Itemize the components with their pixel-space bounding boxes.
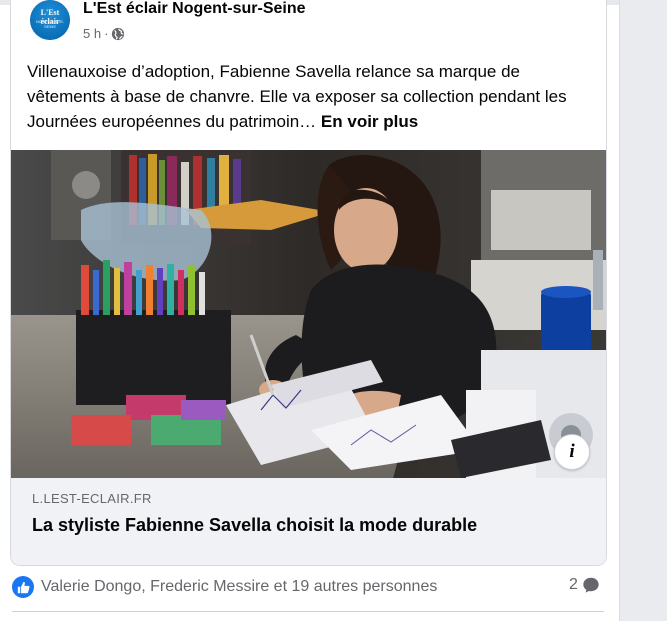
comments-count[interactable]: 2 xyxy=(569,576,600,594)
link-title[interactable]: La styliste Fabienne Savella choisit la … xyxy=(32,515,477,536)
globe-icon[interactable] xyxy=(111,27,125,41)
comment-bubble-icon xyxy=(583,577,599,593)
post-meta: 5 h · xyxy=(83,26,125,41)
reaction-names[interactable]: Valerie Dongo, Frederic Messire et 19 au… xyxy=(41,578,437,596)
post-message: Villenauxoise d’adoption, Fabienne Savel… xyxy=(27,59,592,134)
reactions-summary[interactable]: Valerie Dongo, Frederic Messire et 19 au… xyxy=(12,576,437,598)
like-icon xyxy=(12,576,34,598)
info-icon[interactable]: i xyxy=(554,434,590,470)
feed-post: L'Est éclair NOGENT-SUR-SEINE L'Est écla… xyxy=(10,0,607,566)
page-avatar[interactable]: L'Est éclair NOGENT-SUR-SEINE xyxy=(30,0,70,40)
thumbs-up-icon xyxy=(17,581,29,593)
post-text: Villenauxoise d’adoption, Fabienne Savel… xyxy=(27,62,567,131)
page-name-link[interactable]: L'Est éclair Nogent-sur-Seine xyxy=(83,0,306,18)
comment-count-text: 2 xyxy=(569,576,578,593)
avatar-logo-subtext: NOGENT-SUR-SEINE xyxy=(36,19,64,29)
see-more-link[interactable]: En voir plus xyxy=(321,112,418,131)
action-divider xyxy=(12,611,604,612)
link-preview[interactable]: L.LEST-ECLAIR.FR La styliste Fabienne Sa… xyxy=(11,478,606,565)
meta-separator: · xyxy=(104,26,109,41)
link-domain: L.LEST-ECLAIR.FR xyxy=(32,491,152,506)
post-timestamp[interactable]: 5 h xyxy=(83,26,101,41)
photo-illustration xyxy=(11,150,606,478)
post-photo[interactable]: i xyxy=(11,150,606,478)
right-gutter xyxy=(620,0,667,621)
